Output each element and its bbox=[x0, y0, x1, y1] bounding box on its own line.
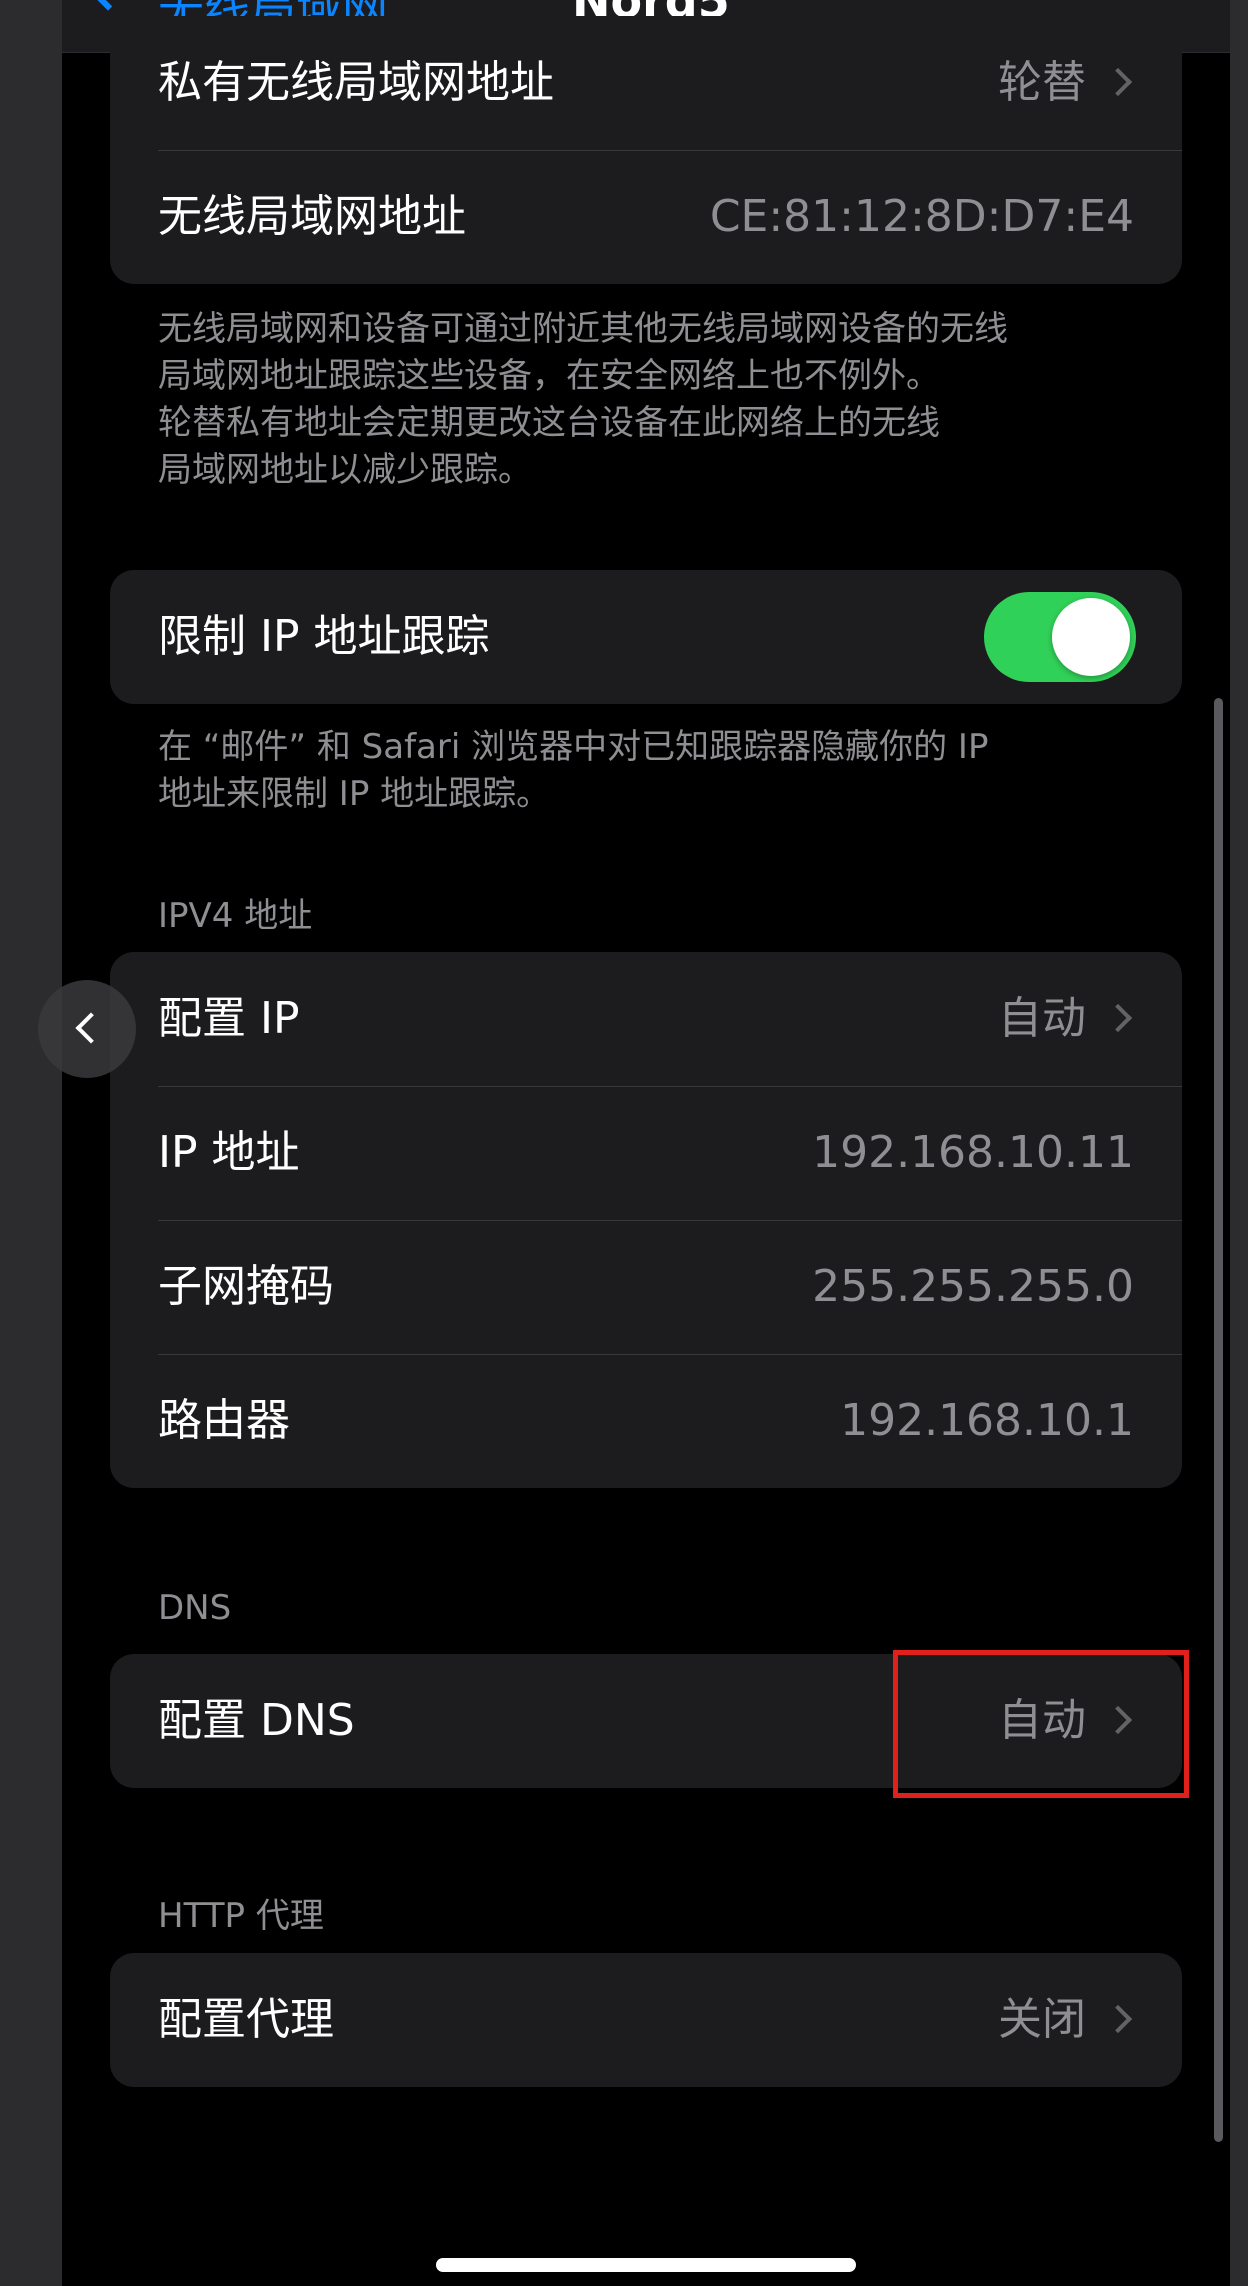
configure-ip-row[interactable]: 配置 IP 自动 bbox=[110, 952, 1182, 1086]
back-chevron-icon[interactable] bbox=[85, 0, 131, 11]
limit-tracking-label: 限制 IP 地址跟踪 bbox=[158, 611, 490, 662]
left-margin bbox=[0, 0, 62, 2286]
wifi-network-details-screen: 无线局域网 Nord5 私有无线局域网地址 轮替 无线局域网地址 CE:81:1… bbox=[0, 0, 1248, 2286]
ip-address-row: IP 地址 192.168.10.11 bbox=[110, 1086, 1182, 1220]
home-indicator[interactable] bbox=[436, 2258, 856, 2272]
private-address-value: 轮替 bbox=[998, 57, 1086, 108]
ip-address-label: IP 地址 bbox=[158, 1127, 300, 1178]
ip-address-value: 192.168.10.11 bbox=[812, 1127, 1134, 1178]
private-address-label: 私有无线局域网地址 bbox=[158, 57, 554, 108]
subnet-mask-row: 子网掩码 255.255.255.0 bbox=[110, 1220, 1182, 1354]
chevron-right-icon bbox=[1103, 67, 1133, 97]
address-footer-line: 局域网地址以减少跟踪。 bbox=[158, 450, 532, 490]
address-footer-note: 无线局域网和设备可通过附近其他无线局域网设备的无线 局域网地址跟踪这些设备，在安… bbox=[158, 306, 1158, 494]
limit-tracking-footer-line: 在 “邮件” 和 Safari 浏览器中对已知跟踪器隐藏你的 IP bbox=[158, 727, 989, 767]
limit-tracking-row: 限制 IP 地址跟踪 bbox=[110, 570, 1182, 704]
address-footer-line: 无线局域网和设备可通过附近其他无线局域网设备的无线 bbox=[158, 309, 1008, 349]
http-proxy-group: 配置代理 关闭 bbox=[110, 1953, 1182, 2087]
subnet-mask-label: 子网掩码 bbox=[158, 1261, 334, 1312]
private-address-row[interactable]: 私有无线局域网地址 轮替 bbox=[110, 16, 1182, 150]
dns-section-header: DNS bbox=[158, 1588, 232, 1628]
configure-proxy-label: 配置代理 bbox=[158, 1994, 334, 2045]
configure-proxy-value: 关闭 bbox=[998, 1994, 1086, 2045]
limit-tracking-group: 限制 IP 地址跟踪 bbox=[110, 570, 1182, 704]
router-value: 192.168.10.1 bbox=[840, 1395, 1134, 1446]
router-label: 路由器 bbox=[158, 1395, 290, 1446]
limit-tracking-footer-line: 地址来限制 IP 地址跟踪。 bbox=[158, 774, 551, 814]
chevron-right-icon bbox=[1103, 1003, 1133, 1033]
wlan-address-value: CE:81:12:8D:D7:E4 bbox=[709, 191, 1134, 242]
configure-dns-label: 配置 DNS bbox=[158, 1695, 355, 1746]
limit-tracking-toggle[interactable] bbox=[984, 592, 1136, 682]
ipv4-section-header: IPV4 地址 bbox=[158, 896, 313, 936]
address-group: 私有无线局域网地址 轮替 无线局域网地址 CE:81:12:8D:D7:E4 bbox=[110, 16, 1182, 284]
scrollbar[interactable] bbox=[1214, 698, 1223, 2142]
right-margin bbox=[1230, 0, 1248, 2286]
toggle-knob bbox=[1052, 598, 1130, 676]
chevron-right-icon bbox=[1103, 2004, 1133, 2034]
chevron-left-icon bbox=[75, 1012, 107, 1044]
router-row: 路由器 192.168.10.1 bbox=[110, 1354, 1182, 1488]
configure-ip-label: 配置 IP bbox=[158, 993, 300, 1044]
ipv4-group: 配置 IP 自动 IP 地址 192.168.10.11 子网掩码 255.25… bbox=[110, 952, 1182, 1488]
address-footer-line: 局域网地址跟踪这些设备，在安全网络上也不例外。 bbox=[158, 356, 940, 396]
wlan-address-label: 无线局域网地址 bbox=[158, 191, 466, 242]
floating-back-button[interactable] bbox=[38, 980, 136, 1078]
configure-proxy-row[interactable]: 配置代理 关闭 bbox=[110, 1953, 1182, 2087]
configure-ip-value: 自动 bbox=[998, 993, 1086, 1044]
wlan-address-row: 无线局域网地址 CE:81:12:8D:D7:E4 bbox=[110, 150, 1182, 284]
limit-tracking-footer-note: 在 “邮件” 和 Safari 浏览器中对已知跟踪器隐藏你的 IP 地址来限制 … bbox=[158, 724, 1158, 818]
annotation-highlight-box bbox=[893, 1650, 1189, 1798]
address-footer-line: 轮替私有地址会定期更改这台设备在此网络上的无线 bbox=[158, 403, 940, 443]
subnet-mask-value: 255.255.255.0 bbox=[812, 1261, 1134, 1312]
http-proxy-section-header: HTTP 代理 bbox=[158, 1896, 324, 1936]
